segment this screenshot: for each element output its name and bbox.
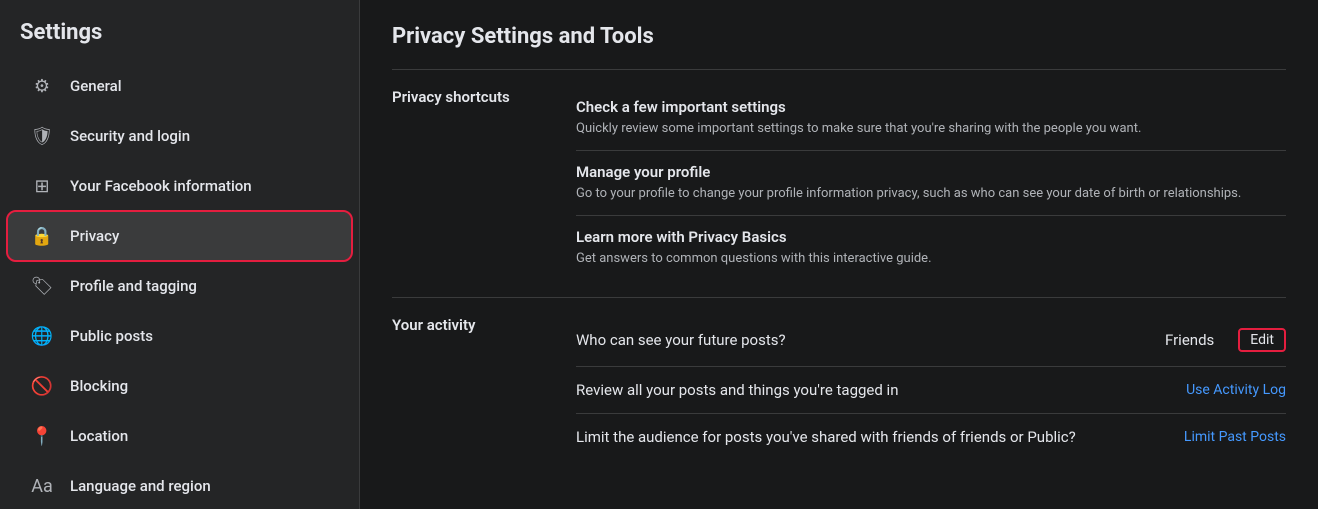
blocking-icon: 🚫 (28, 372, 56, 400)
main-content: Privacy Settings and Tools Privacy short… (360, 0, 1318, 509)
page-title: Privacy Settings and Tools (392, 24, 1286, 49)
activity-item: Limit the audience for posts you've shar… (576, 414, 1286, 460)
shortcut-title: Check a few important settings (576, 98, 1286, 116)
sidebar-item-location[interactable]: 📍 Location (8, 412, 351, 460)
sidebar-item-general[interactable]: ⚙ General (8, 62, 351, 110)
sidebar-item-security[interactable]: 🛡 Security and login (8, 112, 351, 160)
activity-label: Your activity (392, 314, 552, 334)
privacy-icon: 🔒 (28, 222, 56, 250)
activity-link[interactable]: Limit Past Posts (1184, 429, 1286, 445)
sidebar-item-profile-tagging[interactable]: 🏷 Profile and tagging (8, 262, 351, 310)
general-icon: ⚙ (28, 72, 56, 100)
sidebar-item-blocking[interactable]: 🚫 Blocking (8, 362, 351, 410)
shortcuts-label: Privacy shortcuts (392, 86, 552, 106)
sidebar-item-facebook-info[interactable]: ⊞ Your Facebook information (8, 162, 351, 210)
language-icon: Aa (28, 472, 56, 500)
sidebar-item-label-location: Location (70, 427, 128, 445)
shortcut-item[interactable]: Learn more with Privacy Basics Get answer… (576, 216, 1286, 280)
activity-item: Who can see your future posts? Friends Edi… (576, 314, 1286, 367)
activity-question: Limit the audience for posts you've shar… (576, 428, 1184, 446)
activity-value: Friends (1165, 331, 1214, 349)
sidebar-item-label-general: General (70, 77, 122, 95)
shortcut-desc: Go to your profile to change your profil… (576, 185, 1286, 203)
shortcut-title: Learn more with Privacy Basics (576, 228, 1286, 246)
shortcut-desc: Get answers to common questions with thi… (576, 250, 1286, 268)
activity-item: Review all your posts and things you're … (576, 367, 1286, 414)
privacy-shortcuts-section: Privacy shortcuts Check a few important … (392, 69, 1286, 297)
sidebar-item-label-blocking: Blocking (70, 377, 128, 395)
sidebar-item-language[interactable]: Aa Language and region (8, 462, 351, 509)
sidebar-item-label-profile-tagging: Profile and tagging (70, 277, 197, 295)
sidebar-item-label-facebook-info: Your Facebook information (70, 177, 252, 195)
sidebar-item-label-language: Language and region (70, 477, 211, 495)
activity-content: Who can see your future posts? Friends Edi… (576, 314, 1286, 460)
activity-section: Your activity Who can see your future po… (392, 297, 1286, 476)
edit-button[interactable]: Edit (1238, 328, 1286, 352)
security-icon: 🛡 (28, 122, 56, 150)
shortcut-item[interactable]: Check a few important settings Quickly re… (576, 86, 1286, 151)
shortcuts-content: Check a few important settings Quickly re… (576, 86, 1286, 281)
shortcut-item[interactable]: Manage your profile Go to your profile to… (576, 151, 1286, 216)
activity-question: Who can see your future posts? (576, 331, 1141, 349)
activity-question: Review all your posts and things you're … (576, 381, 1186, 399)
sidebar-item-label-security: Security and login (70, 127, 190, 145)
shortcut-title: Manage your profile (576, 163, 1286, 181)
sidebar-item-label-public-posts: Public posts (70, 327, 153, 345)
public-posts-icon: 🌐 (28, 322, 56, 350)
facebook-info-icon: ⊞ (28, 172, 56, 200)
sidebar-item-public-posts[interactable]: 🌐 Public posts (8, 312, 351, 360)
shortcuts-row: Privacy shortcuts Check a few important … (392, 86, 1286, 281)
sidebar-title: Settings (0, 20, 359, 61)
sidebar: Settings ⚙ General 🛡 Security and login ⊞ You… (0, 0, 360, 509)
shortcut-desc: Quickly review some important settings t… (576, 120, 1286, 138)
location-icon: 📍 (28, 422, 56, 450)
activity-link[interactable]: Use Activity Log (1186, 382, 1286, 398)
sidebar-item-label-privacy: Privacy (70, 227, 119, 245)
profile-tagging-icon: 🏷 (28, 272, 56, 300)
sidebar-item-privacy[interactable]: 🔒 Privacy (8, 212, 351, 260)
activity-row: Your activity Who can see your future po… (392, 314, 1286, 460)
